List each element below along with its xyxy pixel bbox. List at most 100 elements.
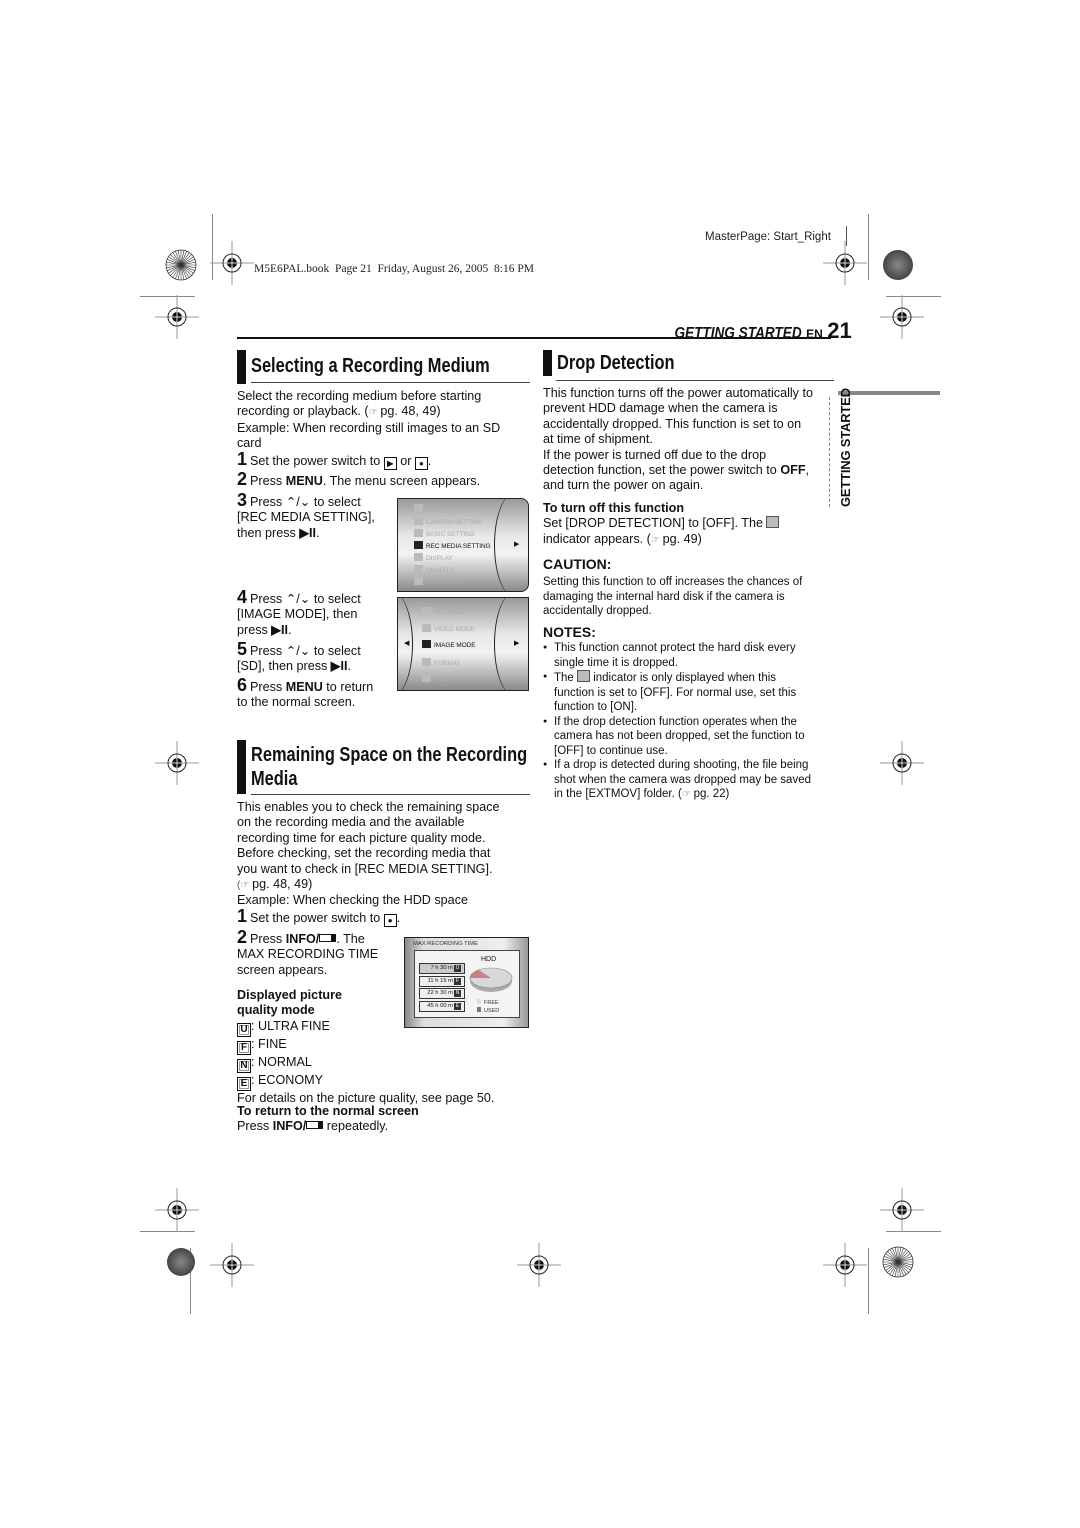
step-text: [IMAGE MODE], then xyxy=(237,607,358,622)
menu-item[interactable]: VIDEO MODE xyxy=(422,624,475,633)
page-ref[interactable]: pg. 48, 49) xyxy=(380,404,440,418)
step-number: 1 xyxy=(237,906,248,926)
page-number: 21 xyxy=(827,318,852,343)
menu-item[interactable]: WIDE MODE xyxy=(414,577,464,586)
registration-marks xyxy=(154,240,925,1288)
menu-item[interactable]: BASIC SETTING xyxy=(414,529,475,538)
menu-item[interactable]: CAMERA SETTING xyxy=(414,517,482,526)
side-tab-label: GETTING STARTED xyxy=(838,388,853,507)
menu-item[interactable]: NO. RESET xyxy=(422,607,468,616)
record-icon: ● xyxy=(383,914,397,927)
header-rule xyxy=(237,337,831,339)
menu-item-label: IMAGE MODE xyxy=(434,642,476,649)
play-pause-icon: ▶II xyxy=(330,659,348,674)
basic-setting-icon xyxy=(414,529,423,537)
normal-icon: N xyxy=(237,1059,251,1073)
menu-item-selected[interactable]: IMAGE MODE xyxy=(422,640,476,649)
up-down-arrow-icon: ⌃/⌄ xyxy=(285,495,311,509)
step-text: to select xyxy=(310,592,361,606)
step-text: screen appears. xyxy=(237,962,328,977)
notes-heading: NOTES: xyxy=(543,624,596,640)
step-text: Press xyxy=(250,495,286,509)
recording-time: 11 h 15 m xyxy=(427,977,453,984)
used-swatch xyxy=(477,1007,481,1012)
economy-icon: E xyxy=(237,1077,251,1091)
registration-target-icon xyxy=(154,740,200,786)
text-line: Setting this function to off increases t… xyxy=(543,576,803,588)
drop-detection-off-icon xyxy=(577,670,591,682)
note-item: If the drop detection function operates … xyxy=(543,715,843,759)
page-ref[interactable]: pg. 22) xyxy=(694,788,730,800)
drop-intro: This function turns off the power automa… xyxy=(543,386,838,494)
menu-item[interactable]: FORMAT xyxy=(422,658,461,667)
text-line: Select the recording medium before start… xyxy=(237,389,482,403)
registration-target-icon xyxy=(822,1242,868,1288)
page-ref[interactable]: pg. 48, 49) xyxy=(252,877,312,891)
menu-item-label: NO. RESET xyxy=(434,609,469,616)
page-ref-icon: ☞ xyxy=(368,407,381,419)
recording-time-row: 11 h 15 mF xyxy=(419,975,465,987)
page-ref-icon: ☞ xyxy=(681,789,694,800)
menu-item-label: QUALITY xyxy=(426,567,454,574)
remaining-step-1: 1 Set the power switch to ●. xyxy=(237,906,537,927)
menu-item-label: BASIC SETTING xyxy=(426,531,475,538)
text-line: damaging the internal hard disk if the c… xyxy=(543,590,785,603)
step-text: . xyxy=(427,454,432,468)
quality-icon xyxy=(414,565,423,573)
step-number: 2 xyxy=(237,469,248,489)
step-text: MAX RECORDING TIME xyxy=(237,947,379,962)
step-text: . The xyxy=(336,932,365,946)
text-line: This enables you to check the remaining … xyxy=(237,800,500,814)
text-line: Example: When checking the HDD space xyxy=(237,893,468,908)
video-mode-icon xyxy=(422,624,431,632)
registration-target-icon xyxy=(209,1242,255,1288)
step-text: . xyxy=(316,525,320,540)
displayed-quality-heading: Displayed picture quality mode xyxy=(237,988,397,1019)
mode-label: : NORMAL xyxy=(251,1055,312,1069)
text: Set [DROP DETECTION] to [OFF]. The xyxy=(543,516,767,531)
menu-item[interactable]: QUALITY xyxy=(414,565,453,574)
registration-target-icon xyxy=(209,240,255,286)
rec-media-icon xyxy=(414,541,423,549)
return-normal: To return to the normal screen Press INF… xyxy=(237,1104,537,1135)
starburst-icon xyxy=(882,1246,914,1278)
page-ref[interactable]: pg. 49) xyxy=(663,532,702,546)
menu-item-label: DISPLAY xyxy=(426,555,453,562)
step-text: Set the power switch to xyxy=(250,911,384,925)
step-text: Press xyxy=(250,932,286,946)
step-text: [REC MEDIA SETTING], xyxy=(237,510,375,525)
text-line: at time of shipment. xyxy=(543,432,653,447)
menu-item-label: CAMERA SETTING xyxy=(426,519,483,526)
mode-label: : ULTRA FINE xyxy=(251,1019,330,1033)
title-line: Remaining Space on the Recording xyxy=(251,744,528,766)
text-line: accidentally dropped. xyxy=(543,605,652,617)
step-number: 5 xyxy=(237,639,248,659)
camera-setting-icon xyxy=(414,517,423,525)
legend-used: USED xyxy=(477,1007,499,1014)
format-icon xyxy=(422,658,431,666)
no-reset-icon xyxy=(422,607,431,615)
recording-time-row: 22 h 30 mN xyxy=(419,988,465,999)
running-header: GETTING STARTED EN 21 xyxy=(652,318,852,344)
masterpage-rule xyxy=(846,226,847,246)
text-line: function to [ON]. xyxy=(554,701,638,713)
masterpage-label: MasterPage: Start_Right xyxy=(705,231,831,243)
step-text: to select xyxy=(310,644,361,658)
menu-item-label: REC MEDIA SETTING xyxy=(426,543,491,550)
text: indicator appears. ( xyxy=(543,531,651,546)
note-item: This function cannot protect the hard di… xyxy=(543,641,843,670)
heading-line: Displayed picture xyxy=(237,988,342,1002)
notes-list: This function cannot protect the hard di… xyxy=(543,641,843,803)
text: indicator is only displayed when this xyxy=(590,672,777,684)
menu-item[interactable]: CLEAN UP xyxy=(422,674,466,683)
usage-pie xyxy=(469,967,513,992)
quality-mode-icon: N xyxy=(454,990,461,997)
section-marker xyxy=(237,740,246,794)
quality-mode-icon: U xyxy=(454,965,461,972)
menu-item[interactable]: DIS xyxy=(414,504,437,513)
text-line: accidentally dropped. This function is s… xyxy=(543,416,802,431)
menu-item[interactable]: DISPLAY xyxy=(414,553,453,562)
menu-item-selected[interactable]: REC MEDIA SETTING xyxy=(414,541,491,550)
step-4: 4 Press ⌃/⌄ to select [IMAGE MODE], then … xyxy=(237,588,397,638)
text-line: Before checking, set the recording media… xyxy=(237,846,491,861)
